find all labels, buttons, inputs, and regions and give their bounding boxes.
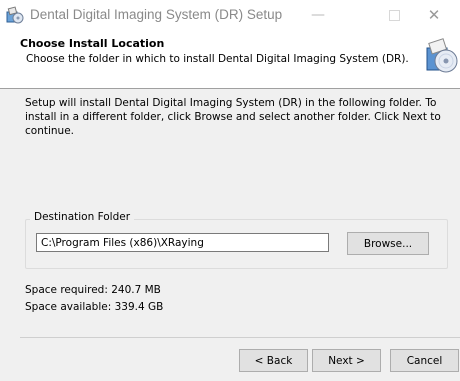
cancel-button[interactable]: Cancel: [390, 349, 459, 372]
window-title: Dental Digital Imaging System (DR) Setup: [30, 7, 283, 22]
minimize-button[interactable]: —: [298, 0, 338, 30]
destination-folder-label: Destination Folder: [30, 211, 135, 223]
back-button[interactable]: < Back: [239, 349, 308, 372]
intro-text: Setup will install Dental Digital Imagin…: [25, 97, 441, 137]
installer-icon: [6, 6, 24, 24]
space-required: Space required: 240.7 MB: [25, 284, 161, 296]
maximize-button[interactable]: [374, 0, 414, 30]
wizard-header: Choose Install Location Choose the folde…: [0, 30, 460, 89]
maximize-icon: [388, 9, 400, 21]
next-button[interactable]: Next >: [312, 349, 381, 372]
footer-divider: [20, 337, 460, 338]
destination-path-input[interactable]: [36, 233, 329, 252]
setup-window: Dental Digital Imaging System (DR) Setup…: [0, 0, 460, 381]
page-title: Choose Install Location: [20, 37, 165, 50]
close-icon: ✕: [427, 6, 441, 24]
page-subtitle: Choose the folder in which to install De…: [26, 53, 409, 65]
minimize-icon: —: [311, 7, 325, 23]
title-bar: Dental Digital Imaging System (DR) Setup…: [0, 0, 460, 30]
installer-disc-icon: [426, 38, 458, 73]
destination-folder-group: Destination Folder Browse...: [25, 211, 448, 269]
close-button[interactable]: ✕: [414, 0, 454, 30]
space-available: Space available: 339.4 GB: [25, 301, 164, 313]
browse-button[interactable]: Browse...: [347, 232, 429, 255]
